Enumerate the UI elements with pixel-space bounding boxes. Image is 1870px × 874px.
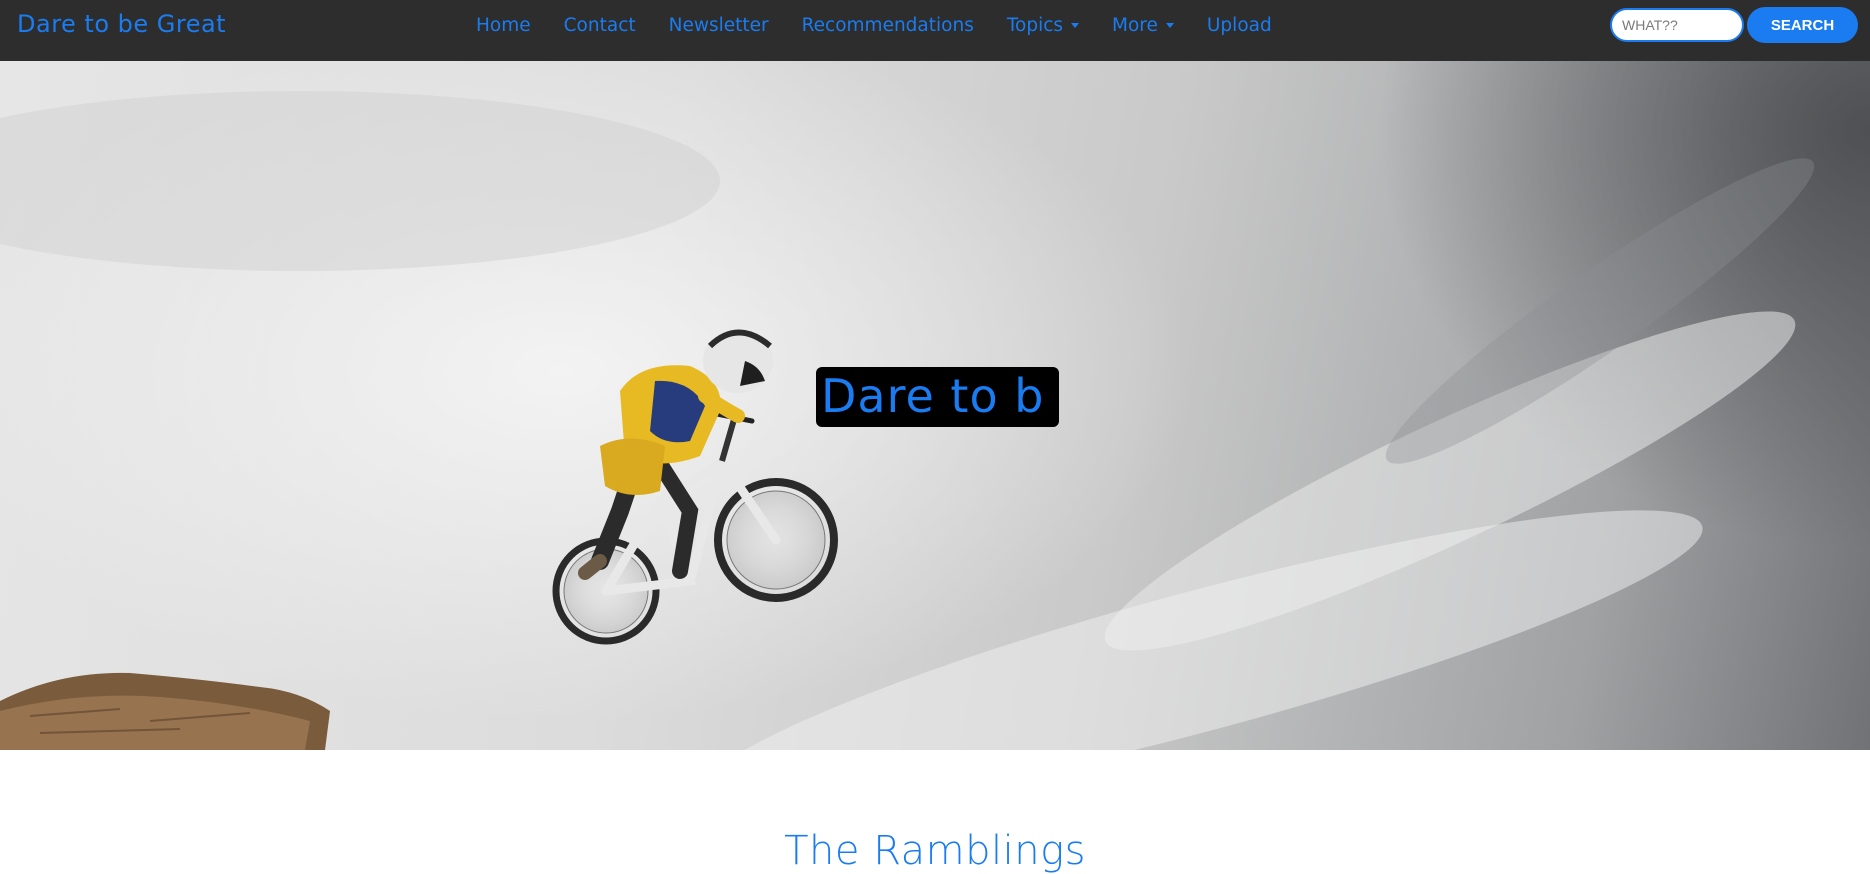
nav-more-label: More [1112,15,1158,36]
biker-illustration [552,329,838,645]
nav-home-link[interactable]: Home [476,15,531,36]
nav-contact-link[interactable]: Contact [564,15,636,36]
nav-newsletter-label: Newsletter [668,15,769,36]
nav-topics-label: Topics [1006,15,1064,36]
hero-title-box: Dare to b [816,367,1059,427]
nav-home-label: Home [476,15,531,36]
caret-down-icon [1165,23,1174,28]
top-navbar: Dare to be Great Home Contact Newsletter… [0,0,1870,61]
nav-topics-dropdown[interactable]: Topics [1006,15,1080,36]
search-button[interactable]: SEARCH [1747,7,1858,43]
caret-down-icon [1071,23,1080,28]
hero-title: Dare to b [821,369,1045,423]
nav-newsletter-link[interactable]: Newsletter [669,15,769,36]
section-heading-ramblings: The Ramblings [784,828,1086,874]
nav-more-dropdown[interactable]: More [1112,15,1174,36]
brand-link[interactable]: Dare to be Great [17,10,226,38]
nav-upload-label: Upload [1206,15,1272,36]
nav-contact-label: Contact [563,15,636,36]
hero-banner: Dare to b [0,61,1870,750]
search-input[interactable] [1610,8,1744,42]
nav-links: Home Contact Newsletter Recommendations … [476,0,1305,51]
nav-recommendations-link[interactable]: Recommendations [802,15,974,36]
nav-recommendations-label: Recommendations [801,15,974,36]
nav-upload-link[interactable]: Upload [1207,15,1272,36]
